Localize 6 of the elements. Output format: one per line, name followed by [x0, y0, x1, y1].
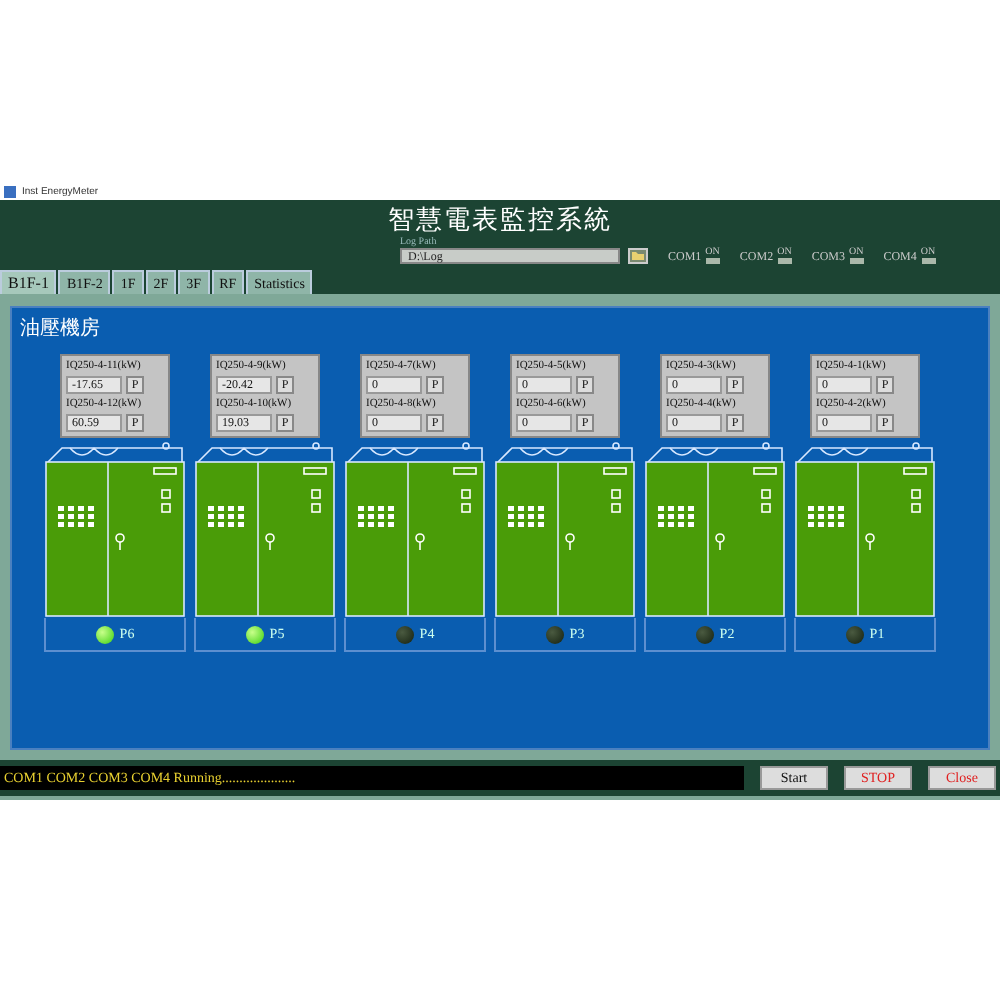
app-title: 智慧電表監控系統	[388, 204, 612, 234]
section-title: 油壓機房	[18, 315, 100, 342]
folder-icon	[632, 252, 644, 260]
folder-button[interactable]	[628, 248, 648, 264]
tab[interactable]: B1F-1	[0, 270, 57, 294]
app-icon	[4, 186, 16, 198]
